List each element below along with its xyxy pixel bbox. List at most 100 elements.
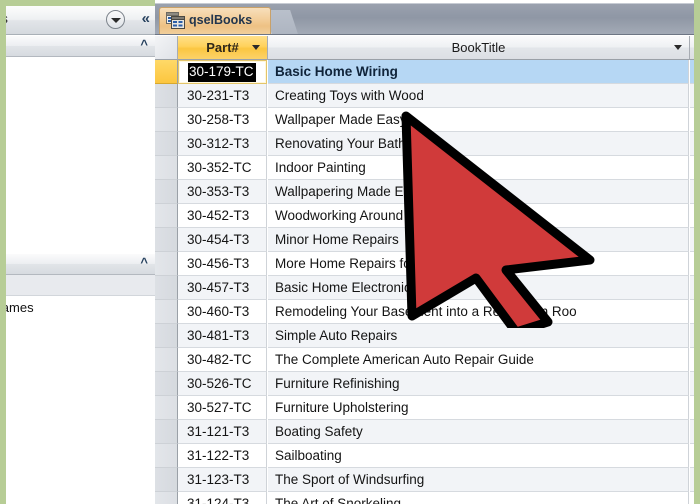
- cell-booktitle[interactable]: Minor Home Repairs: [268, 228, 689, 252]
- cell-booktitle[interactable]: The Art of Snorkeling: [268, 492, 689, 504]
- cell-part[interactable]: 30-353-T3: [178, 180, 267, 204]
- cell-third-column[interactable]: [690, 108, 694, 132]
- column-header-third[interactable]: O: [690, 36, 694, 60]
- cell-part[interactable]: 30-258-T3: [178, 108, 267, 132]
- cell-third-column[interactable]: [690, 444, 694, 468]
- table-row[interactable]: 30-481-T3 Simple Auto Repairs: [155, 324, 694, 348]
- cell-part[interactable]: 30-460-T3: [178, 300, 267, 324]
- tab-qselbooks[interactable]: qselBooks: [159, 7, 271, 34]
- row-selector[interactable]: [155, 348, 178, 372]
- cell-booktitle[interactable]: Woodworking Around the Home: [268, 204, 689, 228]
- select-all-corner[interactable]: [155, 36, 178, 60]
- table-row[interactable]: 30-179-TC Basic Home Wiring: [155, 60, 694, 84]
- sidebar-item[interactable]: les: [6, 81, 155, 105]
- row-selector[interactable]: [155, 180, 178, 204]
- cell-booktitle[interactable]: Furniture Refinishing: [268, 372, 689, 396]
- row-selector[interactable]: [155, 84, 178, 108]
- cell-part[interactable]: 31-123-T3: [178, 468, 267, 492]
- cell-booktitle[interactable]: Remodeling Your Basement into a Recreati…: [268, 300, 689, 324]
- table-row[interactable]: 31-122-T3 Sailboating: [155, 444, 694, 468]
- row-selector[interactable]: [155, 444, 178, 468]
- row-selector[interactable]: [155, 108, 178, 132]
- row-selector[interactable]: [155, 252, 178, 276]
- cell-third-column[interactable]: [690, 276, 694, 300]
- cell-part[interactable]: 30-454-T3: [178, 228, 267, 252]
- double-chevron-left-icon[interactable]: «: [142, 10, 150, 28]
- cell-part[interactable]: 31-122-T3: [178, 444, 267, 468]
- cell-part[interactable]: 30-527-TC: [178, 396, 267, 420]
- cell-booktitle[interactable]: Wallpaper Made Easy: [268, 108, 689, 132]
- cell-part[interactable]: 30-456-T3: [178, 252, 267, 276]
- table-row[interactable]: 30-312-T3 Renovating Your Bathroom: [155, 132, 694, 156]
- row-selector[interactable]: [155, 156, 178, 180]
- cell-part[interactable]: 30-179-TC: [178, 60, 267, 84]
- cell-booktitle[interactable]: Indoor Painting: [268, 156, 689, 180]
- chevron-down-circle-icon[interactable]: [106, 10, 125, 29]
- cell-booktitle[interactable]: Simple Auto Repairs: [268, 324, 689, 348]
- column-header-part[interactable]: Part#: [178, 36, 268, 60]
- cell-third-column[interactable]: [690, 300, 694, 324]
- cell-third-column[interactable]: [690, 348, 694, 372]
- cell-booktitle[interactable]: More Home Repairs for the Beginner: [268, 252, 689, 276]
- cell-booktitle[interactable]: Sailboating: [268, 444, 689, 468]
- cell-booktitle[interactable]: Basic Home Electronics: [268, 276, 689, 300]
- cell-third-column[interactable]: [690, 492, 694, 504]
- cell-part[interactable]: 30-312-T3: [178, 132, 267, 156]
- column-header-booktitle[interactable]: BookTitle: [268, 36, 690, 60]
- chevron-down-icon[interactable]: [674, 45, 682, 50]
- cell-third-column[interactable]: [690, 204, 694, 228]
- cell-booktitle[interactable]: The Sport of Windsurfing: [268, 468, 689, 492]
- cell-booktitle[interactable]: The Complete American Auto Repair Guide: [268, 348, 689, 372]
- sidebar-item[interactable]: er: [6, 105, 155, 129]
- cell-third-column[interactable]: [690, 132, 694, 156]
- cell-third-column[interactable]: [690, 372, 694, 396]
- cell-part[interactable]: 31-124-T3: [178, 492, 267, 504]
- cell-booktitle[interactable]: Basic Home Wiring: [268, 60, 689, 84]
- cell-third-column[interactable]: [690, 252, 694, 276]
- sidebar-item[interactable]: jects: [6, 177, 155, 201]
- sidebar-item-blank[interactable]: [6, 153, 155, 177]
- table-row[interactable]: 30-526-TC Furniture Refinishing: [155, 372, 694, 396]
- sidebar-item[interactable]: nel: [6, 201, 155, 225]
- cell-booktitle[interactable]: Wallpapering Made Easy: [268, 180, 689, 204]
- cell-third-column[interactable]: [690, 468, 694, 492]
- table-row[interactable]: 30-482-TC The Complete American Auto Repa…: [155, 348, 694, 372]
- double-chevron-up-icon[interactable]: ^: [140, 37, 148, 52]
- cell-part[interactable]: 31-121-T3: [178, 420, 267, 444]
- row-selector[interactable]: [155, 372, 178, 396]
- row-selector[interactable]: [155, 468, 178, 492]
- table-row[interactable]: 30-231-T3 Creating Toys with Wood: [155, 84, 694, 108]
- row-selector[interactable]: [155, 324, 178, 348]
- nav-group-header-1[interactable]: ^: [6, 35, 155, 57]
- table-row[interactable]: 30-456-T3 More Home Repairs for the Begin…: [155, 252, 694, 276]
- row-selector[interactable]: [155, 60, 178, 84]
- table-row[interactable]: 30-353-T3 Wallpapering Made Easy: [155, 180, 694, 204]
- cell-third-column[interactable]: [690, 60, 694, 84]
- row-selector[interactable]: [155, 420, 178, 444]
- row-selector[interactable]: [155, 276, 178, 300]
- table-row[interactable]: 30-452-T3 Woodworking Around the Home: [155, 204, 694, 228]
- cell-third-column[interactable]: [690, 180, 694, 204]
- cell-part[interactable]: 30-481-T3: [178, 324, 267, 348]
- cell-third-column[interactable]: [690, 396, 694, 420]
- table-row[interactable]: 30-352-TC Indoor Painting: [155, 156, 694, 180]
- table-row[interactable]: 31-124-T3 The Art of Snorkeling: [155, 492, 694, 504]
- row-selector[interactable]: [155, 228, 178, 252]
- table-row[interactable]: 30-460-T3 Remodeling Your Basement into a…: [155, 300, 694, 324]
- cell-part[interactable]: 30-231-T3: [178, 84, 267, 108]
- cell-part[interactable]: 30-352-TC: [178, 156, 267, 180]
- row-selector[interactable]: [155, 300, 178, 324]
- sidebar-item[interactable]: oject: [6, 57, 155, 81]
- cell-part[interactable]: 30-482-TC: [178, 348, 267, 372]
- sidebar-item[interactable]: visors: [6, 344, 155, 368]
- sidebar-item[interactable]: merNames: [6, 296, 155, 320]
- sidebar-item[interactable]: sors: [6, 225, 155, 249]
- table-row[interactable]: 31-121-T3 Boating Safety: [155, 420, 694, 444]
- table-row[interactable]: 30-527-TC Furniture Upholstering: [155, 396, 694, 420]
- cell-part[interactable]: 30-452-T3: [178, 204, 267, 228]
- cell-part[interactable]: 30-526-TC: [178, 372, 267, 396]
- cell-third-column[interactable]: [690, 324, 694, 348]
- row-selector[interactable]: [155, 396, 178, 420]
- sidebar-item[interactable]: Price: [6, 320, 155, 344]
- cell-booktitle[interactable]: Boating Safety: [268, 420, 689, 444]
